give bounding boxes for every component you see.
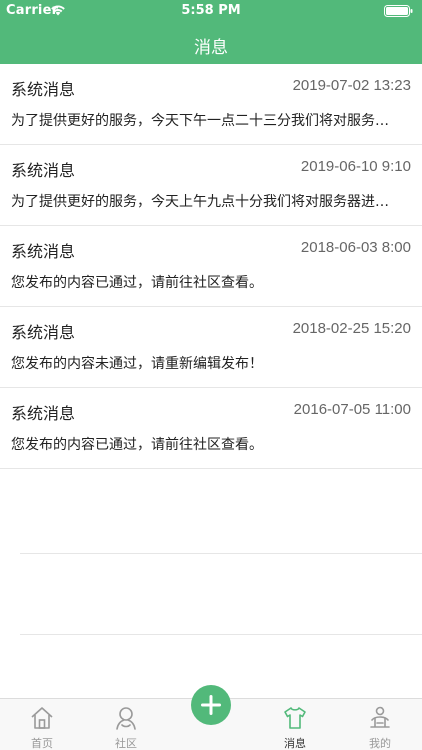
tab-mine[interactable]: 我的 [338, 699, 422, 750]
message-item[interactable]: 系统消息 2016-07-05 11:00 您发布的内容已通过，请前往社区查看。 [0, 388, 422, 469]
app-screen: Carrier 5:58 PM 消息 系统消息 2019-07-02 13:23… [0, 0, 422, 750]
message-time: 2018-06-03 8:00 [300, 239, 411, 256]
tab-messages[interactable]: 消息 [253, 699, 337, 750]
tab-community[interactable]: 社区 [84, 699, 168, 750]
message-title: 系统消息 [11, 242, 76, 261]
message-title: 系统消息 [11, 404, 76, 423]
message-body: 为了提供更好的服务，今天上午九点十分我们将对服务器进行维护 [11, 194, 402, 210]
message-time: 2016-07-05 11:00 [293, 401, 411, 418]
status-bar: Carrier 5:58 PM [0, 0, 422, 22]
tab-bar: 首页 社区 消息 我的 [0, 685, 422, 750]
tab-messages-label: 消息 [284, 737, 306, 750]
battery-icon [384, 5, 413, 17]
page-title: 消息 [194, 38, 228, 58]
message-item[interactable]: 系统消息 2018-02-25 15:20 您发布的内容未通过，请重新编辑发布！ [0, 307, 422, 388]
community-icon [116, 707, 136, 730]
tab-home-label: 首页 [31, 737, 53, 750]
message-time: 2019-06-10 9:10 [300, 158, 411, 175]
clock: 5:58 PM [181, 3, 241, 18]
plus-icon [201, 695, 221, 715]
home-icon [31, 707, 53, 729]
tshirt-icon [284, 707, 306, 729]
message-body: 您发布的内容已通过，请前往社区查看。 [11, 437, 263, 453]
message-title: 系统消息 [11, 161, 76, 180]
message-item[interactable]: 系统消息 2018-06-03 8:00 您发布的内容已通过，请前往社区查看。 [0, 226, 422, 307]
message-list[interactable]: 系统消息 2019-07-02 13:23 为了提供更好的服务，今天下午一点二十… [0, 64, 422, 469]
add-post-button[interactable] [191, 685, 231, 725]
message-item[interactable]: 系统消息 2019-07-02 13:23 为了提供更好的服务，今天下午一点二十… [0, 64, 422, 145]
message-item[interactable]: 系统消息 2019-06-10 9:10 为了提供更好的服务，今天上午九点十分我… [0, 145, 422, 226]
message-body: 您发布的内容已通过，请前往社区查看。 [11, 275, 263, 291]
empty-row-separator [20, 634, 422, 635]
header: Carrier 5:58 PM 消息 [0, 0, 422, 64]
tab-mine-label: 我的 [369, 737, 391, 750]
profile-icon [370, 706, 390, 728]
message-body: 您发布的内容未通过，请重新编辑发布！ [11, 356, 263, 372]
empty-row-separator [20, 553, 422, 554]
tab-home[interactable]: 首页 [0, 699, 84, 750]
message-time: 2019-07-02 13:23 [292, 77, 411, 94]
message-time: 2018-02-25 15:20 [292, 320, 411, 337]
tab-community-label: 社区 [115, 737, 137, 750]
message-title: 系统消息 [11, 323, 76, 342]
message-body: 为了提供更好的服务，今天下午一点二十三分我们将对服务器进行维护 [11, 113, 402, 129]
message-title: 系统消息 [11, 80, 76, 99]
